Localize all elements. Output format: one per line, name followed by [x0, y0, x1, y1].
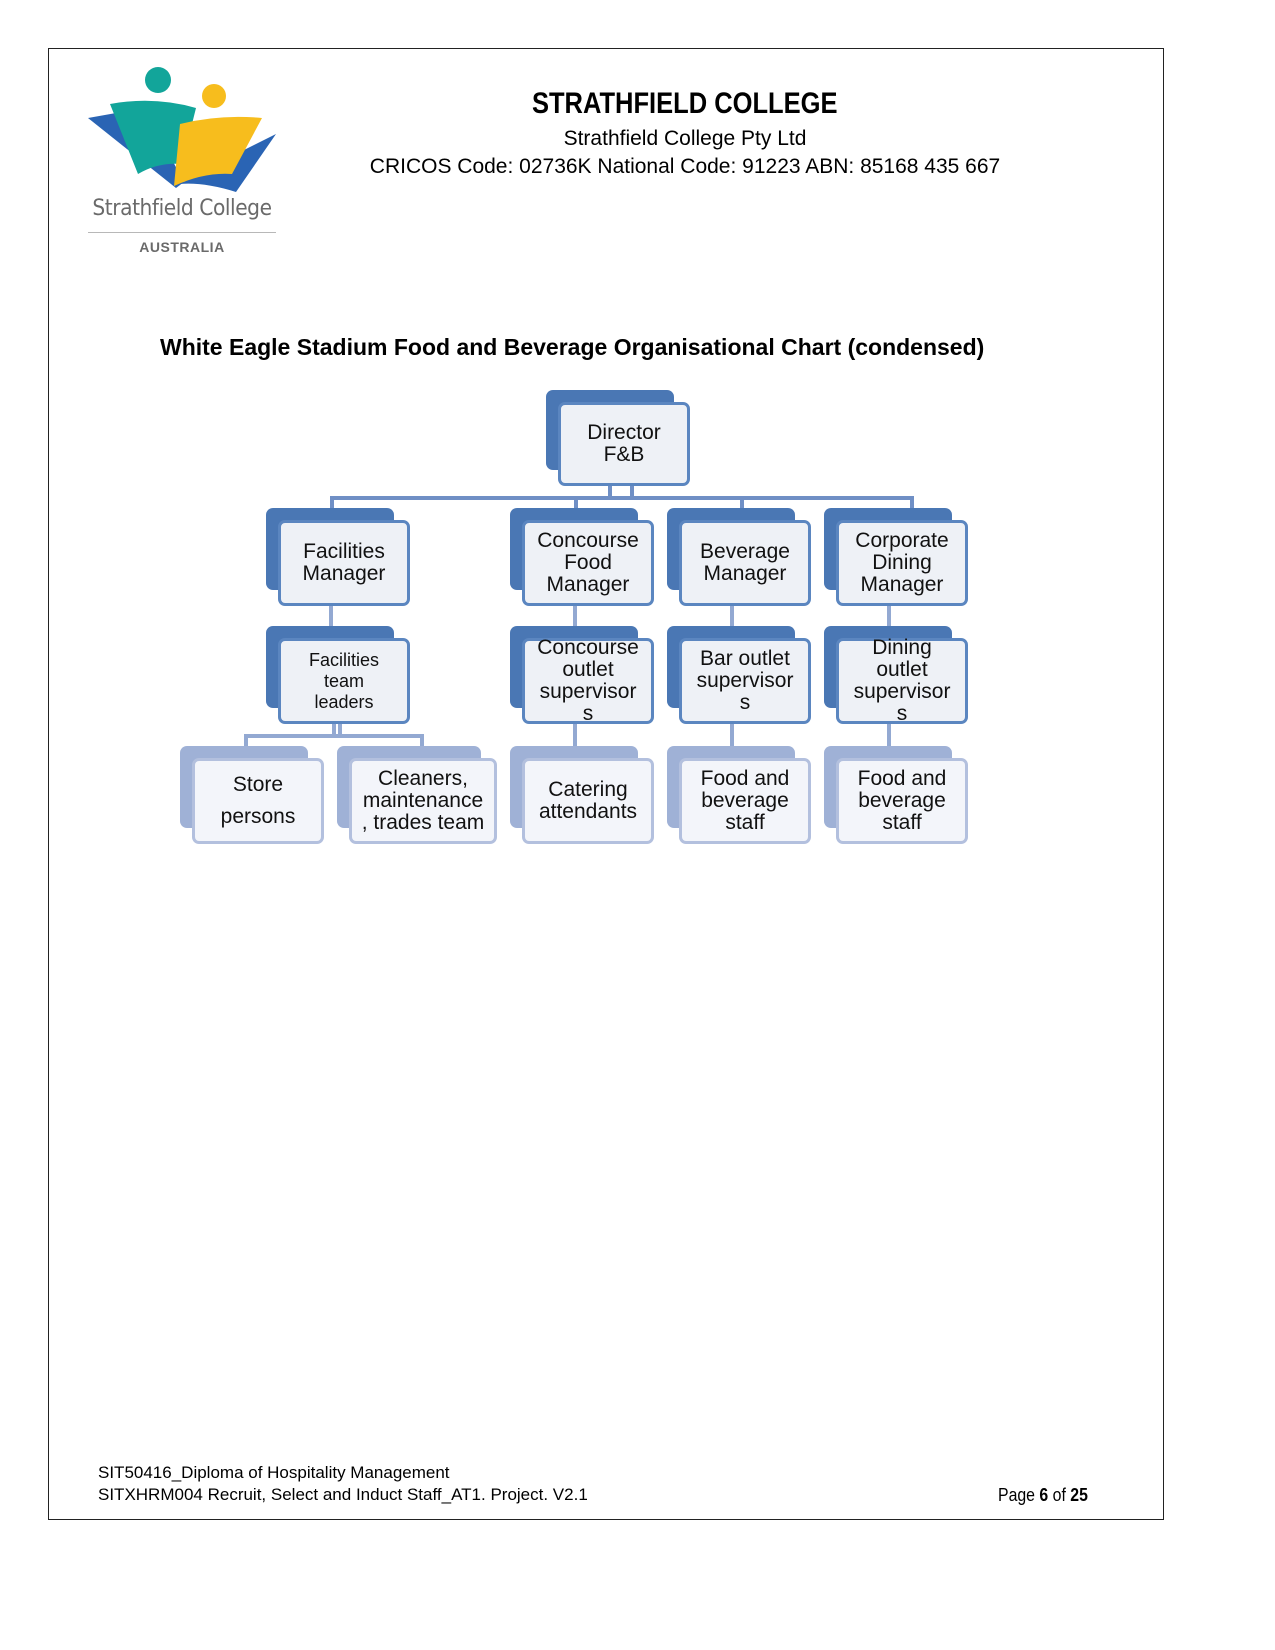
connector-col2-sup-staff	[573, 722, 577, 746]
org-node-label: Bar outlet supervisor s	[696, 647, 794, 714]
org-node-label: Catering attendants	[538, 778, 638, 823]
org-node-label: Concourse Food Manager	[537, 529, 639, 596]
org-node-staff: Cleaners, maintenance , trades team	[337, 746, 499, 844]
org-node-director: Director F&B	[546, 390, 692, 486]
connector-col1-mgr-sup	[329, 604, 333, 628]
org-node-label: Store persons	[220, 773, 296, 828]
org-node-label: Beverage Manager	[700, 540, 790, 585]
footer-unit: SITXHRM004 Recruit, Select and Induct St…	[98, 1485, 588, 1504]
connector-col3-sup-staff	[730, 722, 734, 746]
org-chart: Director F&B Facilities Manager Concours…	[0, 0, 1275, 1650]
org-node-manager: Beverage Manager	[667, 508, 813, 606]
org-node-label: Food and beverage staff	[700, 767, 790, 834]
org-node-supervisor: Concourse outlet supervisor s	[510, 626, 656, 725]
org-node-manager: Corporate Dining Manager	[824, 508, 970, 606]
page-total: 25	[1070, 1485, 1088, 1505]
org-node-label: Corporate Dining Manager	[855, 529, 949, 596]
footer-course-info: SIT50416_Diploma of Hospitality Manageme…	[98, 1462, 588, 1506]
org-node-supervisor: Bar outlet supervisor s	[667, 626, 813, 724]
page-prefix: Page	[998, 1485, 1036, 1505]
page-of: of	[1052, 1485, 1066, 1505]
org-node-label: Facilities team leaders	[308, 649, 379, 712]
connector-to-cleaners	[420, 734, 424, 746]
org-node-staff: Catering attendants	[510, 746, 656, 844]
org-node-staff: Food and beverage staff	[667, 746, 813, 844]
page-current: 6	[1039, 1485, 1049, 1505]
org-node-staff: Store persons	[180, 746, 326, 844]
connector-to-store-persons	[244, 734, 248, 746]
org-node-supervisor: Dining outlet supervisor s	[824, 626, 970, 725]
connector-col4-mgr-sup	[887, 604, 891, 628]
org-node-label: Concourse outlet supervisor s	[537, 636, 639, 725]
org-node-manager: Concourse Food Manager	[510, 508, 656, 606]
org-node-label: Dining outlet supervisor s	[853, 636, 951, 725]
org-node-label: Cleaners, maintenance , trades team	[361, 767, 485, 834]
connector-staff-bus	[244, 734, 424, 738]
connector-col3-mgr-sup	[730, 604, 734, 628]
org-node-manager: Facilities Manager	[266, 508, 412, 606]
connector-col2-mgr-sup	[573, 604, 577, 628]
org-node-label: Director F&B	[587, 421, 661, 466]
connector-col4-sup-staff	[887, 722, 891, 746]
org-node-label: Food and beverage staff	[857, 767, 947, 834]
connector-managers-bus	[330, 496, 914, 500]
page-number: Page 6 of 25	[998, 1484, 1088, 1506]
org-node-staff: Food and beverage staff	[824, 746, 970, 844]
org-node-supervisor: Facilities team leaders	[266, 626, 412, 724]
org-node-label: Facilities Manager	[302, 540, 386, 585]
footer-qualification: SIT50416_Diploma of Hospitality Manageme…	[98, 1463, 450, 1482]
